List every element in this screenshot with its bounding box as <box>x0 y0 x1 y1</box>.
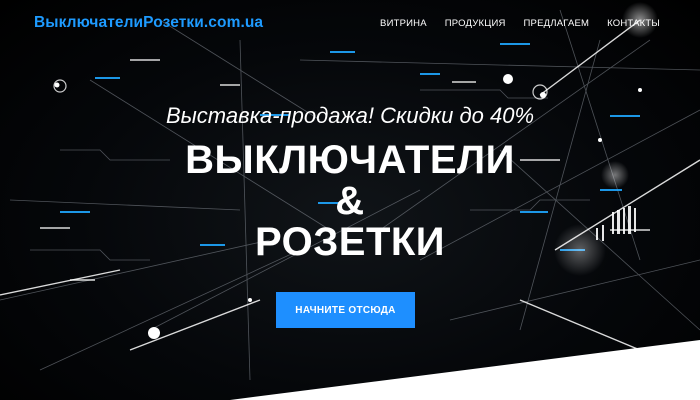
headline-line-ampersand: & <box>335 179 365 223</box>
main-nav: ВИТРИНА ПРОДУКЦИЯ ПРЕДЛАГАЕМ КОНТАКТЫ <box>380 18 660 29</box>
start-here-button[interactable]: НАЧНИТЕ ОТСЮДА <box>276 292 415 328</box>
hero-tagline: Выставка-продажа! Скидки до 40% <box>165 103 535 128</box>
nav-item-products[interactable]: ПРОДУКЦИЯ <box>445 18 506 29</box>
headline-line-sockets: РОЗЕТКИ <box>254 220 446 264</box>
hero-section: ВыключателиРозетки.com.ua ВИТРИНА ПРОДУК… <box>0 0 700 400</box>
hero-headline: ВЫКЛЮЧАТЕЛИ & РОЗЕТКИ <box>0 140 700 263</box>
nav-item-showcase[interactable]: ВИТРИНА <box>380 18 427 29</box>
site-logo-link[interactable]: ВыключателиРозетки.com.ua <box>34 14 263 32</box>
top-navigation-bar: ВыключателиРозетки.com.ua ВИТРИНА ПРОДУК… <box>0 0 700 46</box>
headline-line-switches: ВЫКЛЮЧАТЕЛИ <box>185 138 515 182</box>
nav-item-contacts[interactable]: КОНТАКТЫ <box>607 18 660 29</box>
nav-item-offers[interactable]: ПРЕДЛАГАЕМ <box>524 18 590 29</box>
